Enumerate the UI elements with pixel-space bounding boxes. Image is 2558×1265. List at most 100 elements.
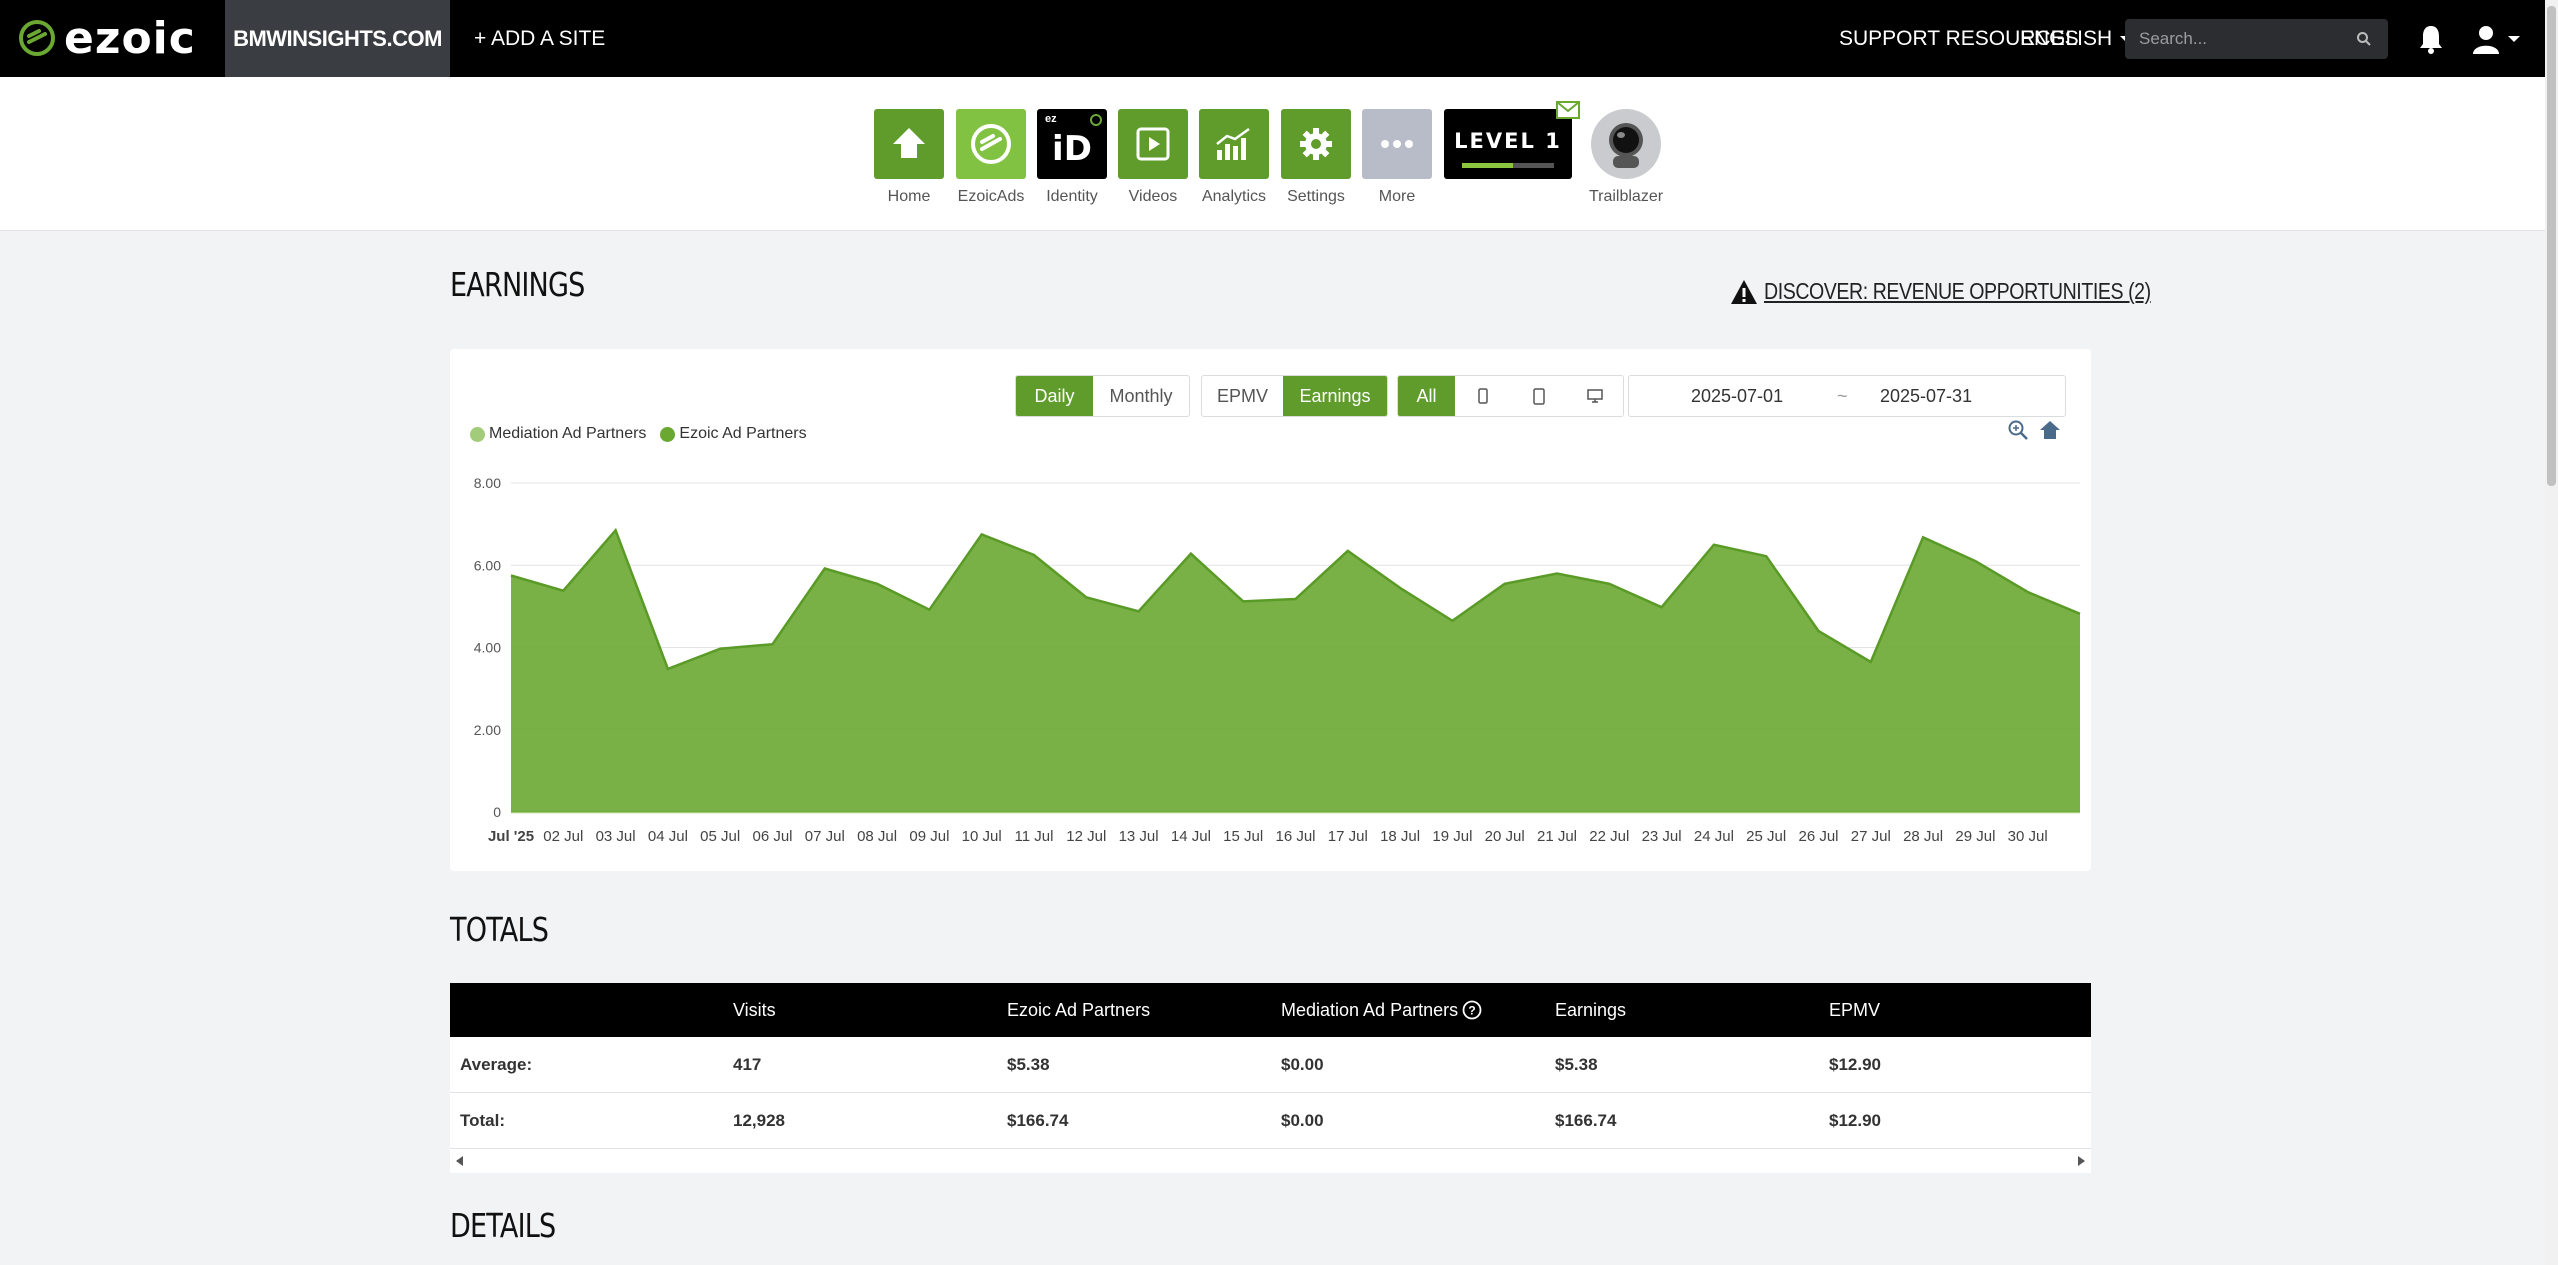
language-dropdown[interactable]: ENGLISH — [2020, 0, 2133, 77]
x-tick-label: 24 Jul — [1694, 828, 1734, 845]
earnings-title: EARNINGS — [450, 265, 585, 304]
header-mediation-ad-partners: Mediation Ad Partners ? — [1281, 1000, 1482, 1021]
x-tick-label: 17 Jul — [1328, 828, 1368, 845]
x-tick-label: 06 Jul — [752, 828, 792, 845]
y-tick-label: 0 — [493, 804, 501, 820]
details-title: DETAILS — [450, 1206, 556, 1245]
x-tick-label: 26 Jul — [1798, 828, 1838, 845]
video-icon — [1118, 109, 1188, 179]
x-tick-label: 28 Jul — [1903, 828, 1943, 845]
app-home[interactable]: Home — [874, 109, 944, 206]
earnings-area-chart[interactable]: 0 2.00 4.00 6.00 8.00 Jul '25 02 Jul 03 Jul 04 J… — [450, 349, 2091, 871]
header-epmv: EPMV — [1829, 999, 1881, 1020]
x-tick-label: 21 Jul — [1537, 828, 1577, 845]
identity-badge-icon — [1090, 114, 1102, 126]
x-tick-label: 09 Jul — [909, 828, 949, 845]
header-mediation-label: Mediation Ad Partners — [1281, 999, 1459, 1020]
app-more[interactable]: More — [1362, 109, 1432, 206]
search-icon[interactable] — [2356, 31, 2372, 47]
cell-mediation: $0.00 — [1281, 1054, 1324, 1074]
bell-icon[interactable] — [2418, 24, 2444, 54]
app-label-settings: Settings — [1287, 188, 1345, 205]
identity-icon: ez iD — [1037, 109, 1107, 179]
level-badge[interactable]: LEVEL 1 — [1444, 109, 1572, 179]
app-videos[interactable]: Videos — [1118, 109, 1188, 206]
x-tick-label: 27 Jul — [1851, 828, 1891, 845]
x-tick-label: 18 Jul — [1380, 828, 1420, 845]
totals-table: Visits Ezoic Ad Partners Mediation Ad Pa… — [450, 983, 2091, 1173]
identity-tile-text: iD — [1052, 129, 1092, 169]
discover-revenue-text: DISCOVER: REVENUE OPPORTUNITIES (2) — [1764, 278, 2151, 304]
y-tick-label: 4.00 — [474, 640, 501, 656]
x-tick-label: 16 Jul — [1275, 828, 1315, 845]
cell-mediation: $0.00 — [1281, 1110, 1324, 1130]
user-icon — [2473, 26, 2499, 54]
add-site-link[interactable]: + ADD A SITE — [474, 0, 605, 77]
x-tick-label: 02 Jul — [543, 828, 583, 845]
app-label-ezoicads: EzoicAds — [957, 188, 1025, 205]
gear-icon — [1281, 109, 1351, 179]
x-tick-label: 03 Jul — [596, 828, 636, 845]
discover-revenue-link[interactable]: DISCOVER: REVENUE OPPORTUNITIES (2) — [1730, 278, 2219, 305]
ezoic-logo[interactable]: ezoic — [18, 12, 196, 64]
envelope-icon[interactable] — [1556, 101, 1580, 119]
language-label: ENGLISH — [2020, 26, 2113, 50]
cell-ezoic: $5.38 — [1007, 1054, 1050, 1074]
x-tick-label: 19 Jul — [1432, 828, 1472, 845]
header-visits: Visits — [733, 999, 776, 1020]
x-tick-label: 22 Jul — [1589, 828, 1629, 845]
trailblazer-profile[interactable]: Trailblazer — [1586, 109, 1666, 206]
cell-visits: 12,928 — [733, 1110, 785, 1130]
row-label: Average: — [460, 1054, 533, 1074]
identity-tile-prefix: ez — [1045, 113, 1057, 125]
app-identity[interactable]: ez iD Identity — [1037, 109, 1107, 206]
x-tick-label: 20 Jul — [1485, 828, 1525, 845]
x-tick-label: 13 Jul — [1119, 828, 1159, 845]
totals-table-header: Visits Ezoic Ad Partners Mediation Ad Pa… — [450, 983, 2091, 1037]
x-tick-label: 11 Jul — [1015, 828, 1054, 845]
series-area-1 — [511, 530, 2080, 812]
cell-ezoic: $166.74 — [1007, 1110, 1069, 1130]
x-tick-label: 12 Jul — [1066, 828, 1106, 845]
cell-epmv: $12.90 — [1829, 1054, 1881, 1074]
x-tick-label: 07 Jul — [805, 828, 845, 845]
app-label-videos: Videos — [1128, 188, 1178, 205]
level-progress-bar — [1462, 163, 1554, 168]
top-navbar: ezoic BMWINSIGHTS.COM + ADD A SITE SUPPO… — [0, 0, 2545, 77]
trailblazer-label: Trailblazer — [1588, 188, 1664, 205]
ezoicads-icon — [956, 109, 1026, 179]
chevron-down-icon — [2508, 36, 2520, 42]
x-tick-label: 10 Jul — [962, 828, 1002, 845]
ezoic-logo-text: ezoic — [64, 12, 196, 64]
x-tick-label: 08 Jul — [857, 828, 897, 845]
search-input[interactable] — [2125, 28, 2341, 50]
app-ezoicads[interactable]: EzoicAds — [956, 109, 1026, 206]
x-tick-label: 14 Jul — [1171, 828, 1211, 845]
x-tick-label: 23 Jul — [1642, 828, 1682, 845]
search-box — [2125, 19, 2388, 59]
app-analytics[interactable]: Analytics — [1199, 109, 1269, 206]
x-tick-label: 15 Jul — [1223, 828, 1263, 845]
app-label-more: More — [1378, 188, 1416, 205]
earnings-chart-card: Daily Monthly EPMV Earnings All 2025-07-… — [450, 349, 2091, 871]
header-earnings: Earnings — [1555, 999, 1627, 1020]
x-tick-label: 29 Jul — [1955, 828, 1995, 845]
scroll-left-icon[interactable] — [454, 1155, 464, 1167]
analytics-icon — [1199, 109, 1269, 179]
cell-earnings: $166.74 — [1555, 1110, 1617, 1130]
app-settings[interactable]: Settings — [1281, 109, 1351, 206]
y-tick-label: 8.00 — [474, 475, 501, 491]
svg-text:?: ? — [1468, 1004, 1475, 1018]
scroll-right-icon[interactable] — [2077, 1155, 2087, 1167]
ezoic-logo-icon — [19, 20, 55, 56]
table-horizontal-scrollbar[interactable] — [450, 1149, 2091, 1173]
totals-title: TOTALS — [450, 910, 549, 949]
help-icon[interactable]: ? — [1462, 1000, 1482, 1020]
page-scrollbar-thumb[interactable] — [2547, 6, 2556, 486]
x-tick-label: 30 Jul — [2008, 828, 2048, 845]
app-launcher-bar: Home EzoicAds ez iD Identity Videos Anal… — [0, 77, 2545, 231]
site-selector[interactable]: BMWINSIGHTS.COM — [225, 0, 450, 77]
cell-earnings: $5.38 — [1555, 1054, 1598, 1074]
y-tick-label: 6.00 — [474, 557, 501, 573]
user-menu[interactable] — [2472, 24, 2520, 54]
